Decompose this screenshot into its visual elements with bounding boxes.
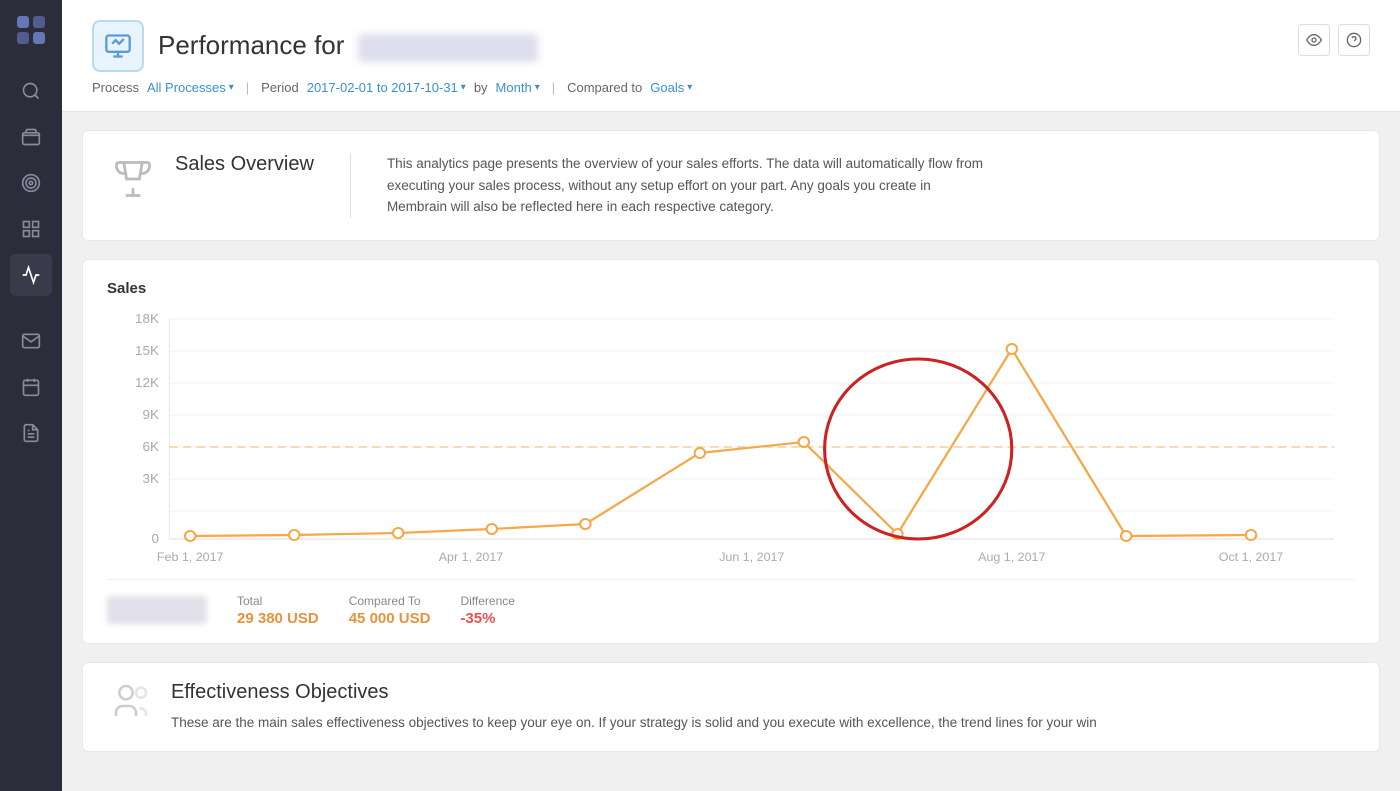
effectiveness-section: Effectiveness Objectives These are the m… bbox=[82, 662, 1380, 753]
header-section: Performance for Process All Processes ▾ … bbox=[62, 0, 1400, 112]
effectiveness-icon bbox=[111, 681, 151, 730]
performance-icon bbox=[92, 20, 144, 72]
sidebar bbox=[0, 0, 62, 791]
header-actions bbox=[1298, 24, 1370, 56]
svg-text:9K: 9K bbox=[142, 407, 159, 422]
compared-value: 45 000 USD bbox=[349, 610, 431, 627]
data-point-oct bbox=[1246, 530, 1256, 540]
effectiveness-description: These are the main sales effectiveness o… bbox=[171, 712, 1097, 734]
data-point-sep bbox=[1121, 531, 1131, 541]
process-chevron: ▾ bbox=[229, 82, 234, 93]
sidebar-item-wallet[interactable] bbox=[10, 116, 52, 158]
by-label: by bbox=[474, 80, 488, 95]
data-point-jun bbox=[695, 448, 705, 458]
svg-text:3K: 3K bbox=[142, 471, 159, 486]
sidebar-item-targets[interactable] bbox=[10, 162, 52, 204]
by-chevron: ▾ bbox=[535, 82, 540, 93]
data-point-4 bbox=[487, 524, 497, 534]
total-value: 29 380 USD bbox=[237, 610, 319, 627]
data-point-aug-peak bbox=[1007, 344, 1017, 354]
period-filter[interactable]: 2017-02-01 to 2017-10-31 ▾ bbox=[307, 80, 466, 95]
svg-text:Oct 1, 2017: Oct 1, 2017 bbox=[1219, 550, 1284, 564]
compared-stat: Compared To 45 000 USD bbox=[349, 594, 431, 627]
data-point-2 bbox=[289, 530, 299, 540]
period-chevron: ▾ bbox=[461, 82, 466, 93]
chart-area: 18K 15K 12K 9K 6K 3K 0 bbox=[107, 309, 1355, 569]
overview-section: Sales Overview This analytics page prese… bbox=[82, 130, 1380, 241]
goals-filter[interactable]: Goals ▾ bbox=[650, 80, 692, 95]
sales-line bbox=[190, 349, 1251, 536]
chart-section: Sales 18K 15K 12K 9K 6K 3K bbox=[82, 259, 1380, 644]
compared-label: Compared To bbox=[349, 594, 431, 608]
overview-description: This analytics page presents the overvie… bbox=[387, 153, 987, 218]
total-label: Total bbox=[237, 594, 319, 608]
difference-stat: Difference -35% bbox=[460, 594, 514, 627]
sidebar-item-analytics[interactable] bbox=[10, 254, 52, 296]
page-title: Performance for bbox=[158, 30, 538, 61]
svg-text:0: 0 bbox=[151, 531, 159, 546]
chart-title: Sales bbox=[107, 280, 1355, 297]
main-content: Performance for Process All Processes ▾ … bbox=[62, 0, 1400, 791]
effectiveness-content: Effectiveness Objectives These are the m… bbox=[171, 681, 1097, 734]
compared-label: Compared to bbox=[567, 80, 642, 95]
effectiveness-title: Effectiveness Objectives bbox=[171, 681, 1097, 704]
period-value: 2017-02-01 to 2017-10-31 bbox=[307, 80, 458, 95]
sidebar-item-search[interactable] bbox=[10, 70, 52, 112]
goals-chevron: ▾ bbox=[687, 82, 692, 93]
svg-text:18K: 18K bbox=[135, 311, 159, 326]
trophy-icon bbox=[111, 157, 155, 211]
logo bbox=[11, 10, 51, 50]
sidebar-item-email[interactable] bbox=[10, 320, 52, 362]
sep2: | bbox=[552, 80, 555, 95]
overview-title-section: Sales Overview bbox=[175, 153, 314, 186]
sidebar-item-calendar[interactable] bbox=[10, 366, 52, 408]
compared-value: Goals bbox=[650, 80, 684, 95]
by-month-filter[interactable]: Month ▾ bbox=[496, 80, 540, 95]
header-filters: Process All Processes ▾ | Period 2017-02… bbox=[92, 80, 692, 95]
process-label: Process bbox=[92, 80, 139, 95]
svg-text:Apr 1, 2017: Apr 1, 2017 bbox=[439, 550, 504, 564]
header-title-row: Performance for bbox=[92, 20, 692, 72]
footer-avatar bbox=[107, 596, 207, 624]
title-text: Performance for bbox=[158, 30, 344, 60]
sidebar-item-contacts[interactable] bbox=[10, 208, 52, 250]
data-point-3 bbox=[393, 528, 403, 538]
difference-value: -35% bbox=[460, 610, 514, 627]
process-filter[interactable]: All Processes ▾ bbox=[147, 80, 234, 95]
sales-chart: 18K 15K 12K 9K 6K 3K 0 bbox=[107, 309, 1355, 569]
svg-text:12K: 12K bbox=[135, 375, 159, 390]
chart-footer: Total 29 380 USD Compared To 45 000 USD … bbox=[107, 579, 1355, 643]
total-stat: Total 29 380 USD bbox=[237, 594, 319, 627]
svg-text:Aug 1, 2017: Aug 1, 2017 bbox=[978, 550, 1045, 564]
data-point-feb bbox=[185, 531, 195, 541]
svg-text:Jun 1, 2017: Jun 1, 2017 bbox=[719, 550, 784, 564]
svg-text:6K: 6K bbox=[142, 439, 159, 454]
by-value: Month bbox=[496, 80, 532, 95]
data-point-7 bbox=[799, 437, 809, 447]
sep1: | bbox=[246, 80, 249, 95]
eye-button[interactable] bbox=[1298, 24, 1330, 56]
overview-divider bbox=[350, 153, 351, 218]
period-label: Period bbox=[261, 80, 299, 95]
sidebar-item-documents[interactable] bbox=[10, 412, 52, 454]
overview-title: Sales Overview bbox=[175, 153, 314, 176]
title-blurred-name bbox=[358, 34, 538, 62]
highlight-circle bbox=[825, 359, 1012, 539]
process-value: All Processes bbox=[147, 80, 226, 95]
svg-text:15K: 15K bbox=[135, 343, 159, 358]
header-left: Performance for Process All Processes ▾ … bbox=[92, 20, 692, 95]
data-point-5 bbox=[580, 519, 590, 529]
svg-text:Feb 1, 2017: Feb 1, 2017 bbox=[157, 550, 224, 564]
help-button[interactable] bbox=[1338, 24, 1370, 56]
difference-label: Difference bbox=[460, 594, 514, 608]
